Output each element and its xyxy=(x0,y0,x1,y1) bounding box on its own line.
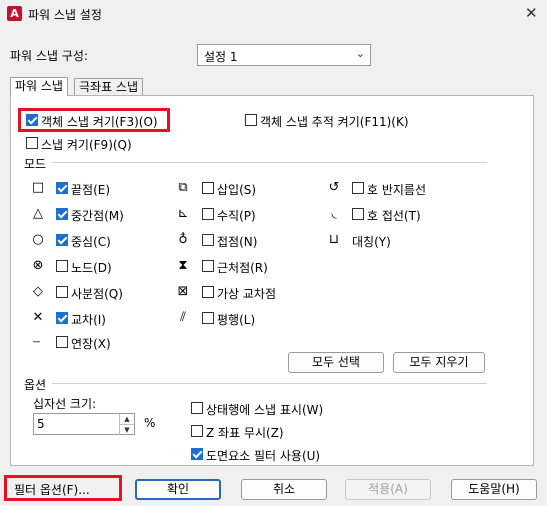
ignore-z-checkbox[interactable] xyxy=(191,425,203,437)
nearest-icon: ⧗ xyxy=(178,258,188,273)
mode-arc-radius-label: 호 반지름선 xyxy=(367,183,427,197)
endpoint-icon: □ xyxy=(31,180,45,195)
apparent-intersection-icon: ⊠ xyxy=(177,284,189,299)
mode-insertion-checkbox[interactable] xyxy=(202,182,214,194)
snap-label: 스냅 켜기(F9)(Q) xyxy=(41,138,132,152)
otrack-checkbox[interactable] xyxy=(245,114,257,126)
mode-node-checkbox[interactable] xyxy=(56,260,68,272)
mode-center-checkbox[interactable] xyxy=(56,234,68,246)
mode-node-label: 노드(D) xyxy=(71,261,112,275)
mode-parallel-checkbox[interactable] xyxy=(202,312,214,324)
spin-up-icon[interactable]: ▲ xyxy=(119,414,134,424)
mode-nearest-checkbox[interactable] xyxy=(202,260,214,272)
insertion-icon: ⧉ xyxy=(178,180,188,195)
mode-center-label: 중심(C) xyxy=(71,235,111,249)
mode-symmetry-label: 대칭(Y) xyxy=(352,235,391,249)
osnap-label: 객체 스냅 켜기(F3)(O) xyxy=(41,115,158,129)
config-value: 설정 1 xyxy=(204,50,238,64)
mode-endpoint-label: 끝점(E) xyxy=(71,183,111,197)
app-logo-icon: A xyxy=(7,6,22,21)
mode-quadrant-checkbox[interactable] xyxy=(56,286,68,298)
mode-midpoint-label: 중간점(M) xyxy=(71,209,124,223)
mode-arc-radius-checkbox[interactable] xyxy=(352,182,364,194)
config-label: 파워 스냅 구성: xyxy=(10,49,88,63)
title-bar: A 파워 스냅 설정 ✕ xyxy=(0,0,547,28)
mode-quadrant-label: 사분점(Q) xyxy=(71,287,123,301)
mode-perpendicular-label: 수직(P) xyxy=(217,209,256,223)
crosshair-size-value: 5 xyxy=(37,417,45,431)
entity-filter-checkbox[interactable] xyxy=(191,448,203,460)
mode-apparent-intersection-label: 가상 교차점 xyxy=(217,287,277,301)
filter-options-button[interactable]: 필터 옵션(F)... xyxy=(14,481,90,498)
show-status-checkbox[interactable] xyxy=(191,402,203,414)
quadrant-icon: ◇ xyxy=(33,284,43,299)
mode-insertion-label: 삽입(S) xyxy=(217,183,257,197)
select-all-button[interactable]: 모두 선택 xyxy=(288,352,384,373)
crosshair-label: 십자선 크기: xyxy=(33,397,97,411)
apply-button[interactable]: 적용(A) xyxy=(345,479,431,500)
crosshair-size-spinner[interactable]: 5 ▲ ▼ xyxy=(33,413,135,435)
window-title: 파워 스냅 설정 xyxy=(28,8,102,22)
mode-nearest-label: 근처점(R) xyxy=(217,261,268,275)
mode-intersection-checkbox[interactable] xyxy=(56,312,68,324)
tab-polar-snap[interactable]: 극좌표 스냅 xyxy=(74,78,144,96)
mode-tangent-checkbox[interactable] xyxy=(202,234,214,246)
mode-intersection-label: 교차(I) xyxy=(71,313,106,327)
options-divider xyxy=(52,383,487,384)
arc-tangent-icon: ◟ xyxy=(331,206,337,221)
otrack-label: 객체 스냅 추적 켜기(F11)(K) xyxy=(260,115,409,129)
parallel-icon: ⫽ xyxy=(180,310,186,325)
cancel-button[interactable]: 취소 xyxy=(241,479,327,500)
mode-arc-tangent-checkbox[interactable] xyxy=(352,208,364,220)
perpendicular-icon: ⊾ xyxy=(177,206,189,221)
config-dropdown[interactable]: 설정 1 ⌄ xyxy=(197,44,371,66)
show-status-label: 상태행에 스냅 표시(W) xyxy=(206,403,324,417)
mode-apparent-intersection-checkbox[interactable] xyxy=(202,286,214,298)
extension-icon: --- xyxy=(32,337,41,347)
modes-divider xyxy=(52,162,487,163)
mode-parallel-label: 평행(L) xyxy=(217,313,256,327)
tab-power-snap[interactable]: 파워 스냅 xyxy=(10,77,68,96)
crosshair-unit: % xyxy=(144,416,156,430)
intersection-icon: ✕ xyxy=(32,310,44,325)
mode-arc-tangent-label: 호 접선(T) xyxy=(367,209,421,223)
help-button[interactable]: 도움말(H) xyxy=(451,479,537,500)
entity-filter-label: 도면요소 필터 사용(U) xyxy=(206,449,321,463)
chevron-down-icon: ⌄ xyxy=(355,47,365,60)
tangent-icon: ♁ xyxy=(178,232,188,247)
node-icon: ⊗ xyxy=(32,258,44,273)
symmetry-icon: ⊔ xyxy=(328,232,340,247)
midpoint-icon: △ xyxy=(33,206,43,221)
options-title: 옵션 xyxy=(24,378,47,392)
clear-all-button[interactable]: 모두 지우기 xyxy=(393,352,485,373)
ignore-z-label: Z 좌표 무시(Z) xyxy=(206,426,284,440)
arc-radius-icon: ↺ xyxy=(328,180,340,195)
osnap-checkbox[interactable] xyxy=(26,114,38,126)
ok-button[interactable]: 확인 xyxy=(135,479,221,500)
snap-checkbox[interactable] xyxy=(26,137,38,149)
mode-extension-label: 연장(X) xyxy=(71,337,111,351)
mode-extension-checkbox[interactable] xyxy=(56,336,68,348)
mode-endpoint-checkbox[interactable] xyxy=(56,182,68,194)
mode-perpendicular-checkbox[interactable] xyxy=(202,208,214,220)
mode-tangent-label: 접점(N) xyxy=(217,235,258,249)
spin-down-icon[interactable]: ▼ xyxy=(119,424,134,435)
modes-title: 모드 xyxy=(24,157,47,171)
close-icon[interactable]: ✕ xyxy=(525,4,538,22)
mode-midpoint-checkbox[interactable] xyxy=(56,208,68,220)
center-icon: ○ xyxy=(32,232,44,247)
